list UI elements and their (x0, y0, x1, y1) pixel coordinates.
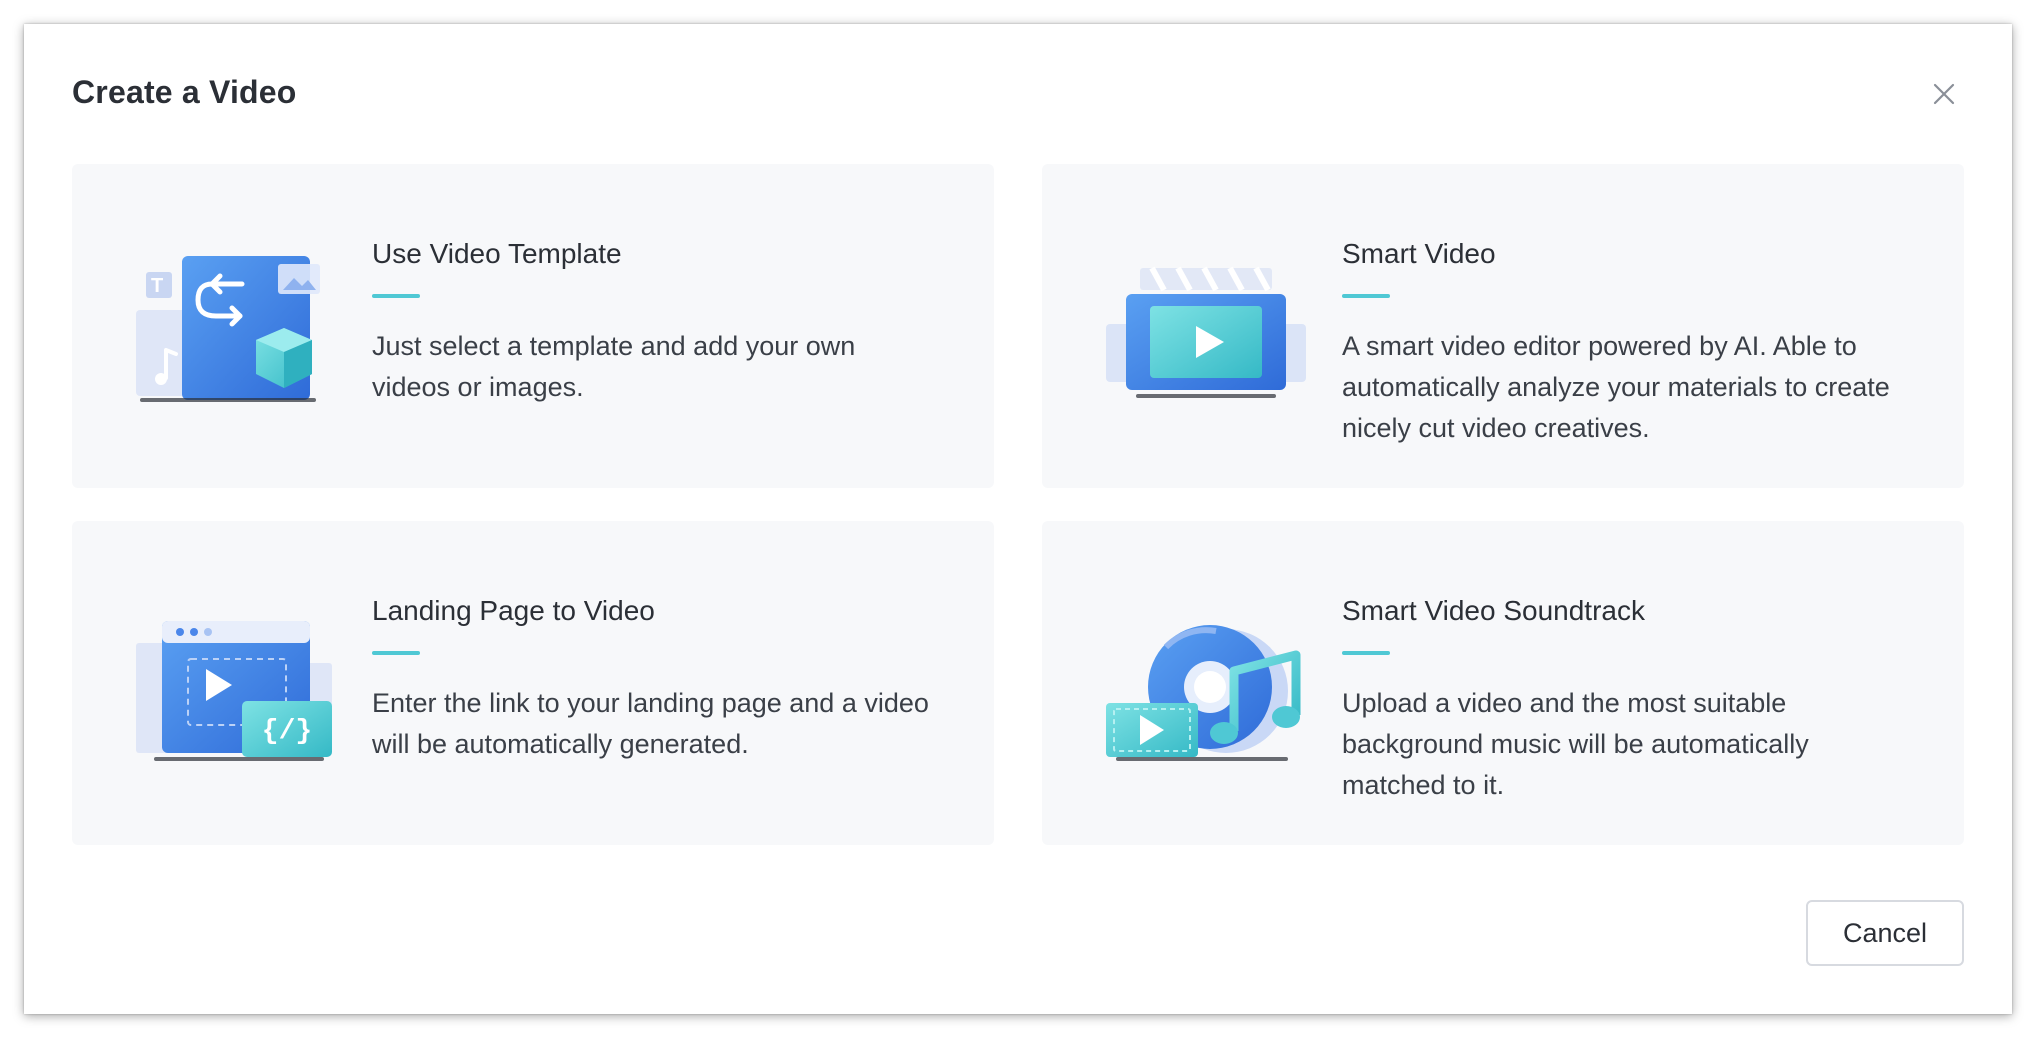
card-smart-video-soundtrack[interactable]: Smart Video Soundtrack Upload a video an… (1042, 521, 1964, 845)
soundtrack-illustration-icon (1106, 607, 1306, 767)
landing-page-illustration-icon: {/} (136, 607, 336, 767)
create-video-dialog: Create a Video T Use Video Template Just… (24, 24, 2012, 1014)
card-description: Just select a template and add your own … (372, 331, 856, 402)
card-title: Smart Video Soundtrack (1342, 595, 1645, 626)
accent-bar (372, 651, 420, 655)
svg-text:T: T (151, 275, 163, 297)
cancel-button[interactable]: Cancel (1806, 900, 1964, 966)
close-icon (1933, 83, 1955, 105)
card-description: Enter the link to your landing page and … (372, 688, 929, 759)
smart-video-illustration-icon (1106, 250, 1306, 410)
card-title: Landing Page to Video (372, 595, 655, 626)
card-title: Smart Video (1342, 238, 1496, 269)
screen: Create a Video T Use Video Template Just… (0, 0, 2028, 1042)
card-smart-video[interactable]: Smart Video A smart video editor powered… (1042, 164, 1964, 488)
option-grid: T Use Video Template Just select a templ… (72, 164, 1964, 846)
dialog-title: Create a Video (72, 74, 297, 110)
card-use-video-template[interactable]: T Use Video Template Just select a templ… (72, 164, 994, 488)
accent-bar (1342, 651, 1390, 655)
template-illustration-icon: T (136, 250, 336, 410)
close-button[interactable] (1924, 74, 1964, 114)
accent-bar (372, 294, 420, 298)
card-description: Upload a video and the most suitable bac… (1342, 688, 1809, 800)
card-landing-page-to-video[interactable]: {/} Landing Page to Video Enter the link… (72, 521, 994, 845)
accent-bar (1342, 294, 1390, 298)
card-title: Use Video Template (372, 238, 622, 269)
card-description: A smart video editor powered by AI. Able… (1342, 331, 1890, 443)
svg-text:{/}: {/} (262, 716, 312, 747)
